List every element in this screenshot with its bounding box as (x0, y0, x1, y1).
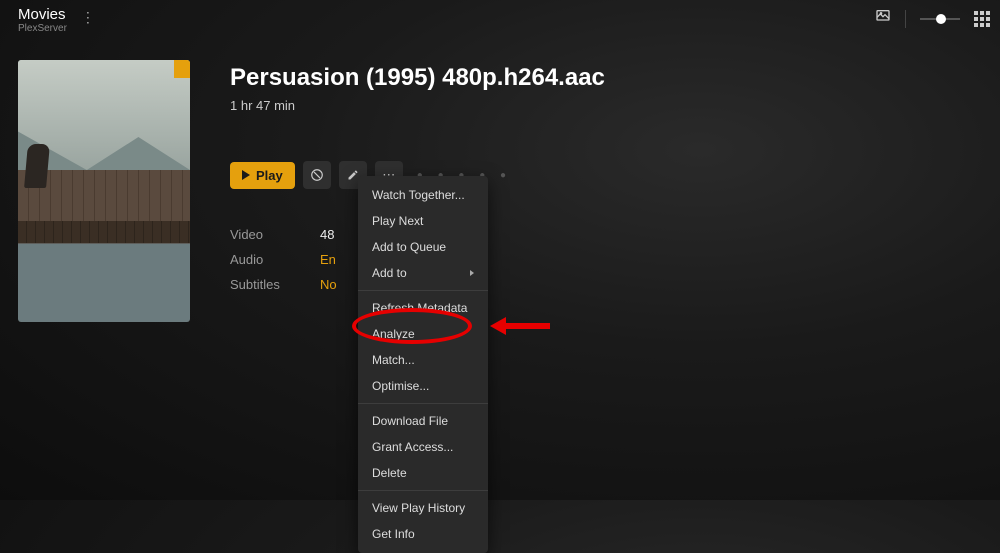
menu-add-to[interactable]: Add to (358, 260, 488, 286)
zoom-slider[interactable] (920, 18, 960, 20)
menu-download[interactable]: Download File (358, 408, 488, 434)
menu-view-history[interactable]: View Play History (358, 495, 488, 521)
menu-watch-together[interactable]: Watch Together... (358, 182, 488, 208)
meta-video-label: Video (230, 227, 320, 242)
menu-separator (358, 290, 488, 291)
menu-separator (358, 490, 488, 491)
mark-watched-button[interactable] (303, 161, 331, 189)
meta-audio-label: Audio (230, 252, 320, 267)
menu-add-queue[interactable]: Add to Queue (358, 234, 488, 260)
menu-delete[interactable]: Delete (358, 460, 488, 486)
movie-title: Persuasion (1995) 480p.h264.aac (230, 64, 980, 92)
grid-view-icon[interactable] (974, 11, 990, 27)
play-icon (242, 170, 250, 180)
context-menu: Watch Together... Play Next Add to Queue… (358, 176, 488, 553)
play-label: Play (256, 168, 283, 183)
play-button[interactable]: Play (230, 162, 295, 189)
menu-play-next[interactable]: Play Next (358, 208, 488, 234)
unwatched-badge (174, 60, 190, 78)
menu-analyze[interactable]: Analyze (358, 321, 488, 347)
chevron-right-icon (470, 270, 474, 276)
menu-grant-access[interactable]: Grant Access... (358, 434, 488, 460)
menu-match[interactable]: Match... (358, 347, 488, 373)
menu-get-info[interactable]: Get Info (358, 521, 488, 547)
menu-refresh-metadata[interactable]: Refresh Metadata (358, 295, 488, 321)
menu-separator (358, 403, 488, 404)
menu-optimise[interactable]: Optimise... (358, 373, 488, 399)
artwork-icon[interactable] (875, 8, 891, 29)
server-name: PlexServer (18, 23, 67, 34)
meta-subs-label: Subtitles (230, 277, 320, 292)
movie-poster[interactable] (18, 60, 190, 322)
movie-duration: 1 hr 47 min (230, 98, 980, 113)
library-more-icon[interactable]: ⋮ (81, 9, 95, 26)
library-title[interactable]: Movies (18, 6, 67, 23)
divider (905, 10, 906, 28)
